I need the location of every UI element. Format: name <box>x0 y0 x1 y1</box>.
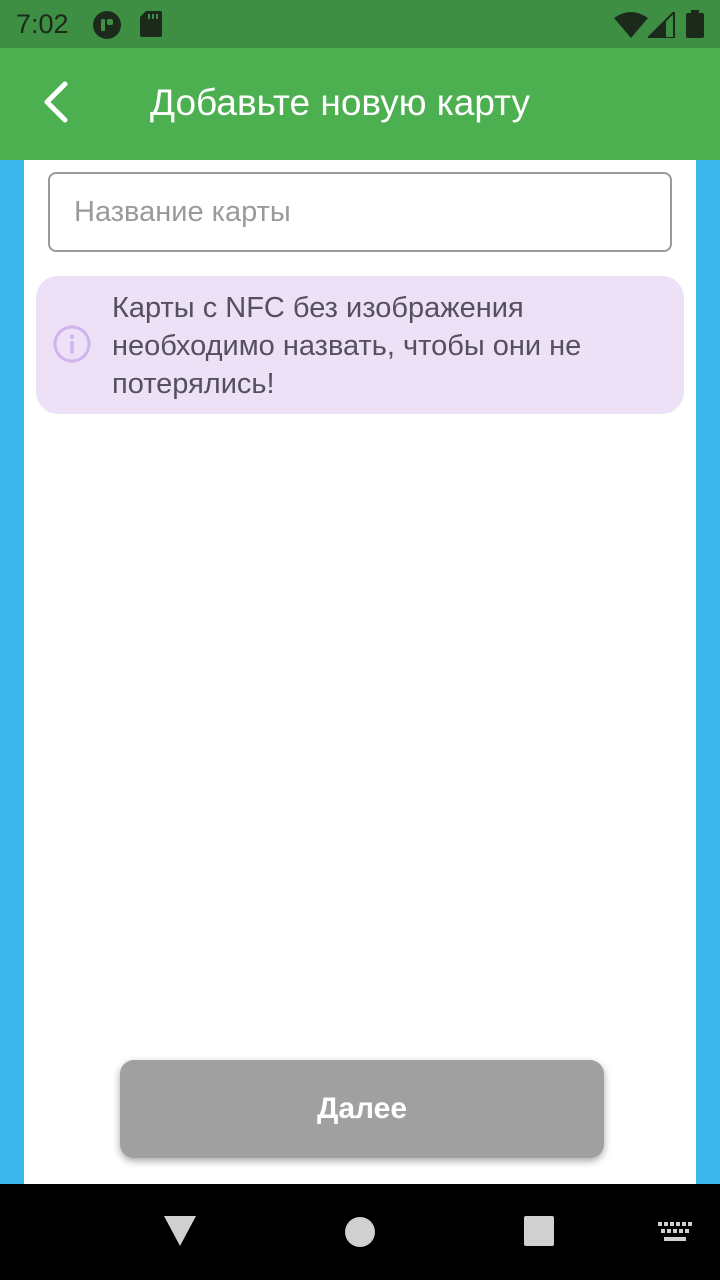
system-nav-bar <box>0 1184 720 1280</box>
page-title: Добавьте новую карту <box>150 82 530 123</box>
notification-app-icon <box>92 10 122 45</box>
back-button[interactable] <box>26 72 86 136</box>
keyboard-icon[interactable] <box>658 1222 692 1249</box>
status-time: 7:02 <box>16 9 69 39</box>
sd-card-icon <box>140 11 162 42</box>
content-panel: Карты с NFC без изображения необходимо н… <box>24 160 696 1184</box>
info-message: Карты с NFC без изображения необходимо н… <box>36 276 684 414</box>
info-text: Карты с NFC без изображения необходимо н… <box>112 292 582 400</box>
wifi-icon <box>614 12 648 43</box>
signal-icon <box>645 9 676 43</box>
status-bar: 7:02 <box>0 0 720 48</box>
card-name-input[interactable] <box>74 174 654 250</box>
card-name-field[interactable] <box>48 172 672 252</box>
app-bar: Добавьте новую карту <box>0 48 720 160</box>
battery-icon <box>686 10 704 43</box>
home-circle-icon[interactable] <box>344 1216 376 1253</box>
next-button[interactable]: Далее <box>120 1060 604 1158</box>
back-triangle-icon[interactable] <box>164 1216 196 1251</box>
info-icon <box>52 324 92 364</box>
recents-square-icon[interactable] <box>524 1216 554 1251</box>
chevron-left-icon <box>41 80 71 129</box>
